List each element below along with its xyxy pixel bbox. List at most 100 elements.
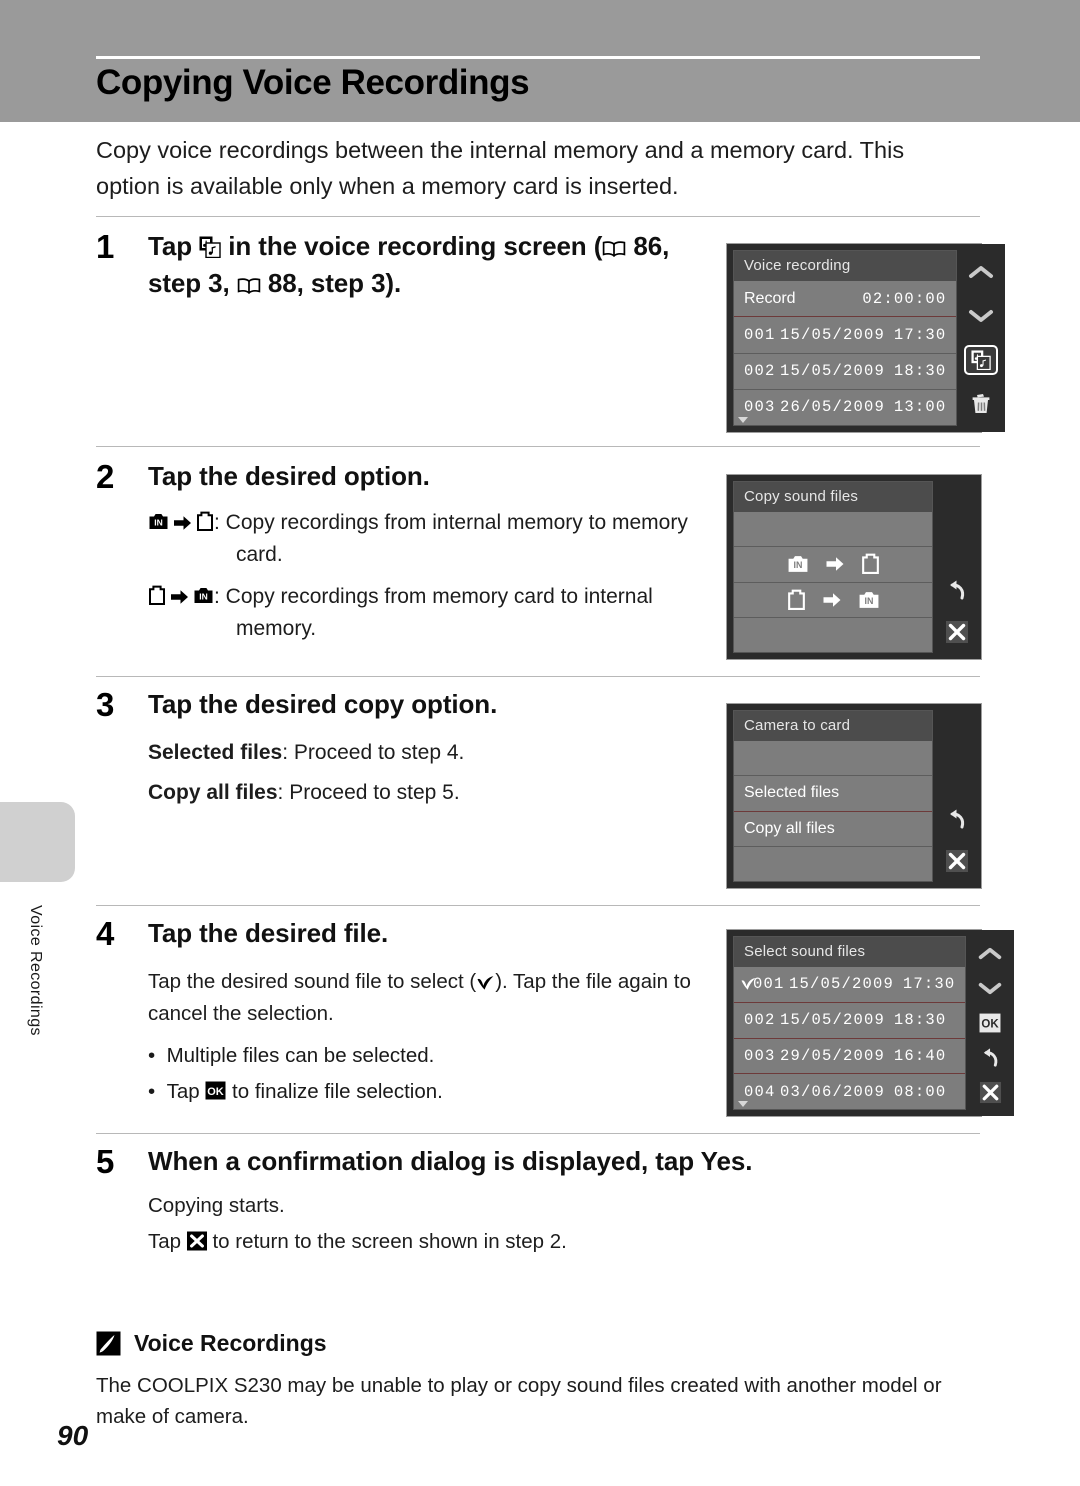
step-1-text-c: step 3, <box>148 268 237 298</box>
file-003-date: 26/05/2009 <box>779 398 885 417</box>
step-5-heading-after: . <box>745 1146 753 1176</box>
screen-copy-sound-files: Copy sound files IN IN <box>726 474 982 660</box>
sel-file-004-no: 004 <box>744 1082 776 1101</box>
screen-copy-sound-files-buttons <box>933 475 981 659</box>
up-chevron-icon-2[interactable] <box>973 938 1007 968</box>
step-2-option-1-text: : Copy recordings from internal memory t… <box>214 511 688 566</box>
internal-memory-icon-2: IN <box>193 585 214 606</box>
screen-voice-recording: Voice recording Record 02:00:00 001 15/0… <box>726 243 1006 433</box>
screen-camera-to-card-buttons <box>933 704 981 888</box>
sel-file-002-time: 18:30 <box>893 1011 947 1030</box>
step-1-text-b: in the voice recording screen ( <box>221 231 603 261</box>
screen-row-sel-file-001[interactable]: 001 15/05/2009 17:30 <box>734 967 965 1002</box>
file-002-no: 002 <box>744 362 776 381</box>
scroll-down-indicator-icon <box>738 417 748 423</box>
back-icon-3[interactable] <box>973 1043 1007 1073</box>
screen-row-card-to-internal[interactable]: IN <box>734 581 932 617</box>
record-time: 02:00:00 <box>862 289 947 308</box>
screen-row-file-001[interactable]: 001 15/05/2009 17:30 <box>734 316 957 352</box>
file-001-time: 17:30 <box>893 325 947 344</box>
step-3-line-2: Copy all files: Proceed to step 5. <box>148 777 736 809</box>
step-2: 2 Tap the desired option. IN: Copy recor… <box>96 458 736 645</box>
scroll-down-indicator-icon-2 <box>738 1101 748 1107</box>
step-5-number: 5 <box>96 1143 115 1180</box>
svg-text:IN: IN <box>864 596 873 606</box>
step-4-bullet-1-text: Multiple files can be selected. <box>166 1044 435 1067</box>
up-chevron-icon[interactable] <box>964 257 998 287</box>
close-icon-2[interactable] <box>940 846 974 876</box>
book-reference-icon-2 <box>237 277 261 295</box>
header-rule <box>96 56 980 59</box>
internal-memory-icon-screen: IN <box>787 553 809 575</box>
step-2-option-2-text: : Copy recordings from memory card to in… <box>214 585 653 640</box>
side-chapter-tab <box>0 802 75 882</box>
screen-row-internal-to-card[interactable]: IN <box>734 546 932 581</box>
screen-voice-recording-body: Voice recording Record 02:00:00 001 15/0… <box>733 250 958 426</box>
screen-row-copy-all-files[interactable]: Copy all files <box>734 810 932 846</box>
screen-camera-to-card-title: Camera to card <box>734 711 932 741</box>
copy-sound-files-button[interactable] <box>964 345 999 375</box>
ok-icon: OK <box>205 1080 226 1101</box>
step-4-bullet-2-after: to finalize file selection. <box>226 1080 443 1103</box>
step-4-bullet-2: • Tap OK to finalize file selection. <box>148 1080 443 1103</box>
screen-row-blank-bottom-2 <box>734 845 932 881</box>
screen-row-sel-file-003[interactable]: 003 29/05/2009 16:40 <box>734 1037 966 1074</box>
step-4-bullet-1: • Multiple files can be selected. <box>148 1044 435 1067</box>
back-icon[interactable] <box>940 575 974 605</box>
step-3-line-1-bold: Selected files <box>148 741 283 764</box>
screen-select-sound-files-buttons: OK <box>966 930 1015 1116</box>
step-1: 1 Tap in the voice recording screen ( 86… <box>96 228 736 302</box>
close-icon-3[interactable] <box>973 1078 1007 1108</box>
step-1-text-a: Tap <box>148 231 200 261</box>
ok-button[interactable]: OK <box>973 1008 1007 1038</box>
divider-4 <box>96 905 980 906</box>
copy-all-files-label: Copy all files <box>744 819 835 837</box>
screen-row-selected-files[interactable]: Selected files <box>734 775 932 810</box>
svg-text:IN: IN <box>793 560 802 570</box>
arrow-right-icon-screen <box>825 555 845 573</box>
divider-2 <box>96 446 980 447</box>
step-1-heading: Tap in the voice recording screen ( 86, … <box>148 228 736 302</box>
intro-paragraph: Copy voice recordings between the intern… <box>96 137 905 199</box>
screen-row-blank-bottom <box>734 616 932 652</box>
svg-text:IN: IN <box>199 591 208 601</box>
internal-memory-icon-screen-2: IN <box>858 589 880 611</box>
down-chevron-icon-2[interactable] <box>973 973 1007 1003</box>
note-heading: Voice Recordings <box>96 1330 327 1357</box>
screen-copy-sound-files-title: Copy sound files <box>734 482 932 512</box>
svg-text:OK: OK <box>208 1086 225 1098</box>
file-002-time: 18:30 <box>893 362 947 381</box>
step-3-heading: Tap the desired copy option. <box>148 689 498 719</box>
step-3-line-1-rest: : Proceed to step 4. <box>282 741 465 764</box>
back-icon-2[interactable] <box>940 804 974 834</box>
pencil-note-icon <box>96 1331 121 1356</box>
delete-icon[interactable] <box>964 389 998 419</box>
screen-row-sel-file-002[interactable]: 002 15/05/2009 18:30 <box>734 1001 966 1038</box>
step-5-line-2: Tap to return to the screen shown in ste… <box>148 1226 976 1258</box>
sel-file-001-date: 15/05/2009 <box>788 975 894 994</box>
close-icon-inline <box>186 1231 207 1251</box>
screen-row-sel-file-004[interactable]: 004 03/06/2009 08:00 <box>734 1073 966 1109</box>
step-5-heading-bold: Yes <box>700 1146 746 1176</box>
down-chevron-icon[interactable] <box>964 301 998 331</box>
step-3-number: 3 <box>96 686 115 723</box>
step-3: 3 Tap the desired copy option. Selected … <box>96 686 736 809</box>
sel-file-004-time: 08:00 <box>893 1082 947 1101</box>
memory-card-icon-screen-2 <box>787 589 806 611</box>
step-4-heading: Tap the desired file. <box>148 918 389 948</box>
file-001-no: 001 <box>744 325 776 344</box>
file-003-time: 13:00 <box>893 398 947 417</box>
close-icon[interactable] <box>940 617 974 647</box>
step-2-number: 2 <box>96 458 115 495</box>
screen-voice-recording-buttons <box>957 244 1006 432</box>
screen-row-record[interactable]: Record 02:00:00 <box>734 281 956 316</box>
step-4-paragraph: Tap the desired sound file to select ().… <box>148 966 728 1030</box>
arrow-right-icon-screen-2 <box>822 591 842 609</box>
screen-row-file-003[interactable]: 003 26/05/2009 13:00 <box>734 388 957 425</box>
page-number: 90 <box>57 1420 89 1451</box>
step-5-line-1: Copying starts. <box>148 1194 285 1217</box>
screen-voice-recording-title: Voice recording <box>734 251 957 281</box>
checkmark-icon <box>476 975 495 991</box>
page-title: Copying Voice Recordings <box>96 63 530 102</box>
screen-row-file-002[interactable]: 002 15/05/2009 18:30 <box>734 352 957 389</box>
